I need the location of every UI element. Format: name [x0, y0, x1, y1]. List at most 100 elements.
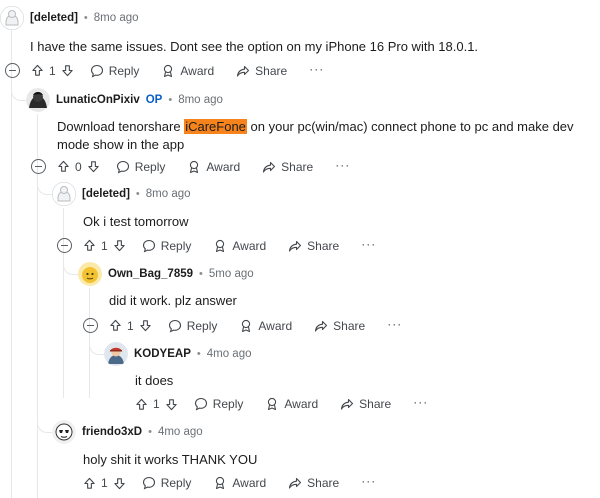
- thread-line: [11, 30, 12, 498]
- comment-header: [deleted] • 8mo ago: [0, 6, 139, 30]
- highlighted-text: iCareFone: [184, 119, 247, 134]
- downvote-icon[interactable]: [113, 477, 126, 490]
- separator: •: [196, 348, 201, 360]
- timestamp[interactable]: 5mo ago: [209, 268, 254, 280]
- upvote-icon[interactable]: [109, 319, 122, 332]
- share-icon: [237, 65, 250, 77]
- collapse-thread-button[interactable]: [31, 159, 46, 174]
- separator: •: [135, 188, 140, 200]
- award-button[interactable]: Award: [187, 160, 240, 174]
- comment-actions: 1 Reply Award Share ···: [135, 395, 428, 411]
- timestamp[interactable]: 8mo ago: [146, 188, 191, 200]
- more-options-button[interactable]: ···: [387, 317, 402, 331]
- downvote-icon[interactable]: [139, 319, 152, 332]
- share-icon: [315, 320, 328, 332]
- comment-header: [deleted] • 8mo ago: [52, 182, 191, 206]
- avatar[interactable]: [104, 342, 128, 366]
- award-icon: [190, 160, 199, 173]
- author-name[interactable]: [deleted]: [30, 12, 78, 24]
- reply-button[interactable]: Reply: [116, 159, 166, 174]
- award-icon: [216, 239, 225, 252]
- share-button[interactable]: Share: [262, 160, 313, 174]
- award-icon: [164, 64, 173, 77]
- thread-connector: [37, 182, 52, 195]
- downvote-icon[interactable]: [87, 160, 100, 173]
- downvote-icon[interactable]: [165, 398, 178, 411]
- share-label: Share: [307, 476, 340, 490]
- vote-count: 1: [101, 238, 108, 253]
- share-button[interactable]: Share: [236, 64, 287, 78]
- more-options-button[interactable]: ···: [361, 237, 376, 251]
- reply-label: Reply: [160, 476, 192, 490]
- timestamp[interactable]: 8mo ago: [94, 12, 139, 24]
- thread-connector: [11, 88, 26, 101]
- award-label: Award: [232, 238, 267, 253]
- timestamp[interactable]: 4mo ago: [158, 426, 203, 438]
- more-options-button[interactable]: ···: [361, 474, 376, 488]
- vote-count: 1: [153, 397, 160, 411]
- author-name[interactable]: friendo3xD: [82, 426, 142, 438]
- award-button[interactable]: Award: [239, 319, 292, 333]
- reply-button[interactable]: Reply: [194, 397, 243, 411]
- comment-body: did it work. plz answer: [109, 293, 237, 308]
- more-options-button[interactable]: ···: [309, 62, 324, 76]
- share-button[interactable]: Share: [288, 476, 339, 490]
- award-icon: [242, 319, 251, 332]
- comment-bubble-icon: [90, 64, 103, 77]
- share-button[interactable]: Share: [288, 239, 339, 253]
- author-name[interactable]: Own_Bag_7859: [108, 268, 193, 280]
- author-name[interactable]: LunaticOnPixiv: [56, 94, 140, 106]
- reply-button[interactable]: Reply: [142, 238, 192, 253]
- avatar[interactable]: [0, 6, 24, 30]
- share-icon: [289, 240, 302, 252]
- collapse-thread-button[interactable]: [83, 318, 98, 333]
- award-label: Award: [232, 476, 267, 490]
- award-button[interactable]: Award: [265, 397, 318, 411]
- thread-connector: [89, 342, 104, 355]
- collapse-thread-button[interactable]: [57, 238, 72, 253]
- comment-bubble-icon: [142, 239, 155, 252]
- award-label: Award: [258, 318, 293, 333]
- award-button[interactable]: Award: [213, 476, 266, 490]
- avatar[interactable]: [52, 420, 76, 444]
- avatar[interactable]: [26, 88, 50, 112]
- comment-header: friendo3xD • 4mo ago: [52, 420, 203, 444]
- avatar[interactable]: [78, 262, 102, 286]
- avatar[interactable]: [52, 182, 76, 206]
- deleted-user-icon: [0, 6, 24, 30]
- user-avatar-icon: [26, 88, 50, 112]
- comment-header: Own_Bag_7859 • 5mo ago: [78, 262, 254, 286]
- share-button[interactable]: Share: [314, 319, 365, 333]
- timestamp[interactable]: 4mo ago: [207, 348, 252, 360]
- vote-count: 0: [75, 159, 82, 174]
- user-avatar-icon: [78, 262, 102, 286]
- separator: •: [168, 94, 173, 106]
- reply-label: Reply: [134, 159, 166, 174]
- reply-button[interactable]: Reply: [168, 319, 217, 333]
- upvote-icon[interactable]: [83, 239, 96, 252]
- downvote-icon[interactable]: [113, 239, 126, 252]
- award-button[interactable]: Award: [161, 64, 214, 78]
- upvote-icon[interactable]: [83, 477, 96, 490]
- upvote-icon[interactable]: [31, 64, 44, 77]
- comment-body: Ok i test tomorrow: [83, 214, 189, 229]
- collapse-thread-button[interactable]: [5, 63, 20, 78]
- vote-controls: 0: [57, 160, 100, 174]
- downvote-icon[interactable]: [61, 64, 74, 77]
- author-name[interactable]: KODYEAP: [134, 348, 191, 360]
- more-options-button[interactable]: ···: [335, 158, 350, 172]
- timestamp[interactable]: 8mo ago: [178, 94, 223, 106]
- share-label: Share: [333, 318, 366, 333]
- upvote-icon[interactable]: [135, 398, 148, 411]
- reply-button[interactable]: Reply: [90, 64, 139, 78]
- share-button[interactable]: Share: [340, 397, 391, 411]
- reply-button[interactable]: Reply: [142, 476, 192, 490]
- author-name[interactable]: [deleted]: [82, 188, 130, 200]
- award-button[interactable]: Award: [213, 239, 266, 253]
- comment-actions: 1 Reply Award Share ···: [83, 474, 376, 490]
- comment-actions: 1 Reply Award Share ···: [5, 62, 324, 78]
- share-icon: [341, 398, 354, 410]
- upvote-icon[interactable]: [57, 160, 70, 173]
- more-options-button[interactable]: ···: [413, 395, 428, 409]
- reply-label: Reply: [160, 238, 192, 253]
